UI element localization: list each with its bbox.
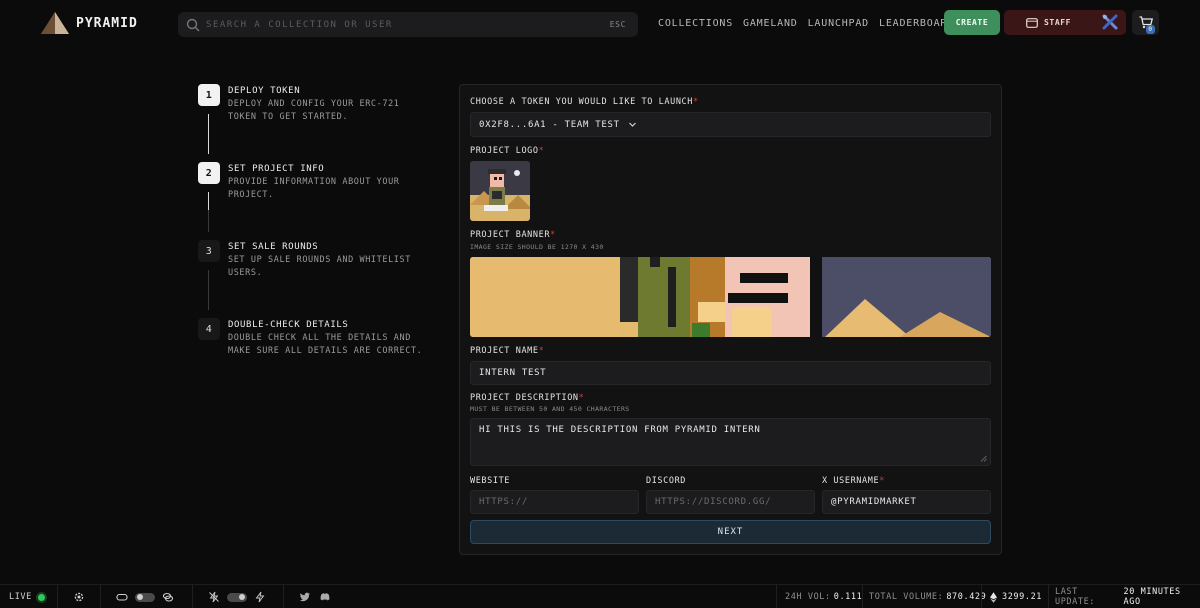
x-username-input[interactable] (822, 490, 991, 514)
gear-icon[interactable] (73, 591, 85, 603)
step-title: DEPLOY TOKEN (228, 86, 301, 96)
speed-toggle[interactable] (227, 592, 247, 602)
divider (776, 585, 777, 608)
step-number: 2 (198, 162, 220, 184)
description-label: PROJECT DESCRIPTION* (470, 393, 585, 403)
name-label: PROJECT NAME* (470, 346, 545, 356)
search-input[interactable] (200, 19, 610, 30)
controller-icon (116, 593, 128, 601)
twitter-icon[interactable] (299, 591, 311, 603)
step-connector (208, 114, 209, 154)
volume-24h-value: 0.111 (833, 592, 863, 602)
divider (100, 585, 101, 608)
brand-name: PYRAMID (76, 15, 138, 31)
brand-logo[interactable]: PYRAMID (40, 11, 138, 35)
next-button[interactable]: NEXT (470, 520, 991, 544)
step-description: PROVIDE INFORMATION ABOUT YOUR PROJECT. (228, 177, 400, 200)
chevron-down-icon (628, 122, 636, 127)
live-status-dot (37, 593, 45, 601)
step-description: SET UP SALE ROUNDS AND WHITELIST USERS. (228, 255, 411, 278)
chain-toggle-section (116, 585, 174, 608)
description-length-hint: MUST BE BETWEEN 50 AND 450 CHARACTERS (470, 405, 630, 413)
volume-24h: 24H VOL: 0.111 (785, 585, 862, 608)
step-number: 3 (198, 240, 220, 262)
tools-icon[interactable] (1102, 14, 1118, 30)
cart-count-badge: 0 (1146, 25, 1155, 34)
nav-collections[interactable]: COLLECTIONS (658, 18, 733, 29)
step-description: DOUBLE CHECK ALL THE DETAILS AND MAKE SU… (228, 333, 423, 356)
search-bar[interactable]: ESC (178, 12, 638, 37)
step-title: SET SALE ROUNDS (228, 242, 319, 252)
eth-price-value: 3299.21 (1002, 592, 1043, 602)
banner-size-hint: IMAGE SIZE SHOULD BE 1270 X 430 (470, 243, 604, 251)
website-label: WEBSITE (470, 476, 511, 486)
token-label: CHOOSE A TOKEN YOU WOULD LIKE TO LAUNCH* (470, 97, 699, 107)
divider (192, 585, 193, 608)
description-text: HI THIS IS THE DESCRIPTION FROM PYRAMID … (479, 425, 761, 435)
total-volume-label: TOTAL VOLUME: (869, 592, 944, 602)
banner-label: PROJECT BANNER* (470, 230, 556, 240)
cart-button[interactable]: 0 (1132, 10, 1159, 35)
divider (57, 585, 58, 608)
chain-toggle[interactable] (135, 592, 155, 602)
step-connector (208, 192, 209, 210)
volume-24h-label: 24H VOL: (785, 592, 831, 602)
settings-section (73, 585, 85, 608)
total-volume: TOTAL VOLUME: 870.429 (869, 585, 986, 608)
wallet-icon (1026, 18, 1038, 28)
divider (862, 585, 863, 608)
nav-leaderboard[interactable]: LEADERBOARD (879, 18, 954, 29)
status-footer: LIVE 24H VOL: 0.111 TOTAL VOLUME: 870.42… (0, 584, 1200, 608)
discord-icon[interactable] (319, 591, 331, 603)
staff-label: STAFF (1044, 18, 1072, 27)
project-description-textarea[interactable]: HI THIS IS THE DESCRIPTION FROM PYRAMID … (470, 418, 991, 466)
nav-gameland[interactable]: GAMELAND (743, 18, 798, 29)
search-icon (186, 18, 200, 31)
top-nav-bar: PYRAMID ESC COLLECTIONS GAMELAND LAUNCHP… (0, 0, 1200, 46)
pyramid-logo-icon (41, 12, 69, 34)
lightning-icon (255, 591, 265, 603)
last-update-label: LAST UPDATE: (1055, 587, 1096, 607)
step-number: 4 (198, 318, 220, 340)
last-update-value: 20 MINUTES AGO (1123, 587, 1181, 607)
resize-handle-icon[interactable] (980, 455, 987, 462)
logo-label: PROJECT LOGO* (470, 146, 545, 156)
divider (1048, 585, 1049, 608)
project-logo-image[interactable] (470, 161, 530, 221)
nav-launchpad[interactable]: LAUNCHPAD (808, 18, 869, 29)
step-connector-pending (208, 210, 209, 232)
project-banner-image[interactable] (470, 257, 991, 337)
token-select[interactable]: 0X2F8...6A1 - TEAM TEST (470, 112, 991, 137)
step-number: 1 (198, 84, 220, 106)
speed-toggle-section (208, 585, 266, 608)
website-input[interactable] (470, 490, 639, 514)
step-connector-pending (208, 270, 209, 310)
discord-label: DISCORD (646, 476, 687, 486)
project-info-form: CHOOSE A TOKEN YOU WOULD LIKE TO LAUNCH*… (459, 84, 1002, 555)
ethereum-icon (990, 591, 997, 603)
divider (283, 585, 284, 608)
step-title: SET PROJECT INFO (228, 164, 325, 174)
esc-shortcut-hint: ESC (609, 20, 626, 29)
coins-icon (162, 592, 174, 602)
live-indicator: LIVE (9, 585, 45, 608)
x-username-label: X USERNAME* (822, 476, 885, 486)
lightning-off-icon (209, 591, 219, 603)
eth-price: 3299.21 (990, 585, 1042, 608)
discord-input[interactable] (646, 490, 815, 514)
social-links (299, 585, 331, 608)
token-select-value: 0X2F8...6A1 - TEAM TEST (479, 119, 620, 130)
live-label: LIVE (9, 592, 32, 602)
main-nav: COLLECTIONS GAMELAND LAUNCHPAD LEADERBOA… (658, 18, 954, 29)
last-update: LAST UPDATE: 20 MINUTES AGO (1055, 585, 1200, 608)
project-name-input[interactable] (470, 361, 991, 385)
divider (981, 585, 982, 608)
step-description: DEPLOY AND CONFIG YOUR ERC-721 TOKEN TO … (228, 99, 400, 122)
step-title: DOUBLE-CHECK DETAILS (228, 320, 349, 330)
create-button[interactable]: CREATE (944, 10, 1000, 35)
